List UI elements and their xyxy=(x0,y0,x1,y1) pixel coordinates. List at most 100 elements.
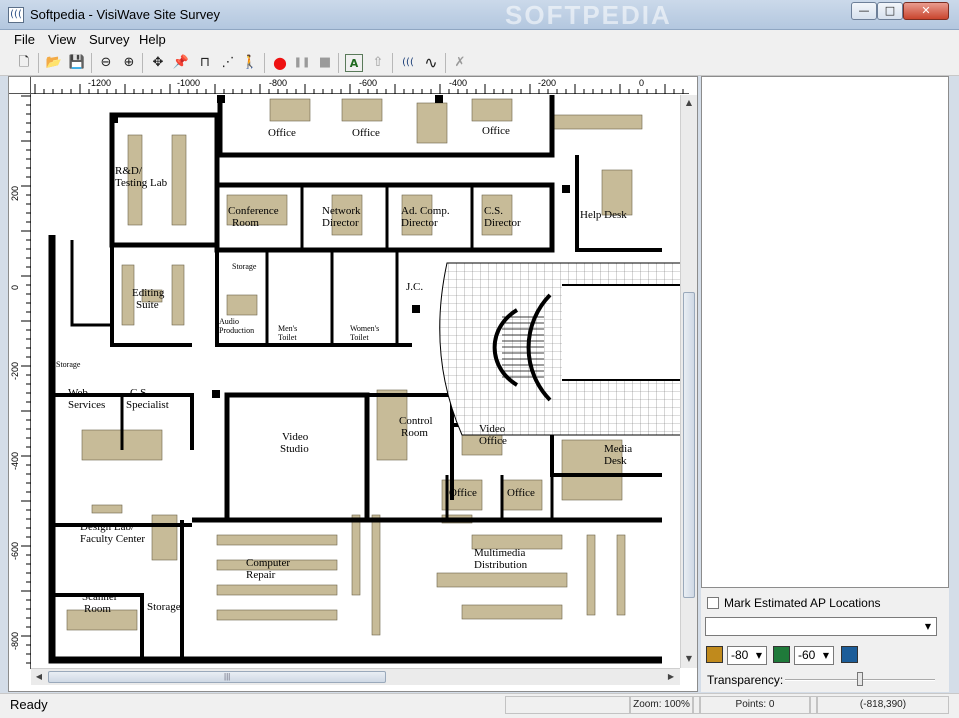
scroll-left-arrow[interactable]: ◀ xyxy=(31,669,47,685)
pause-icon[interactable]: ❚❚ xyxy=(292,53,312,73)
room-label: Room xyxy=(232,217,259,229)
menu-bar: File View Survey Help xyxy=(0,30,959,50)
ruler-label: 0 xyxy=(10,284,20,290)
room-label: Director xyxy=(401,217,438,229)
room-label: Storage xyxy=(232,262,257,271)
scroll-right-arrow[interactable]: ▶ xyxy=(663,669,679,685)
transparency-slider-thumb[interactable] xyxy=(857,672,863,686)
threshold-low-value: -80 xyxy=(731,648,749,662)
zoom-out-icon[interactable]: ⊖ xyxy=(96,53,116,73)
floor-plan-view[interactable]: -1200 -1000 -800 -600 -400 -200 0 200 0 … xyxy=(8,76,698,692)
status-cell-gap xyxy=(693,696,700,714)
panel-content-area xyxy=(701,76,949,588)
close-button[interactable]: ✕ xyxy=(903,2,949,20)
room-label: Desk xyxy=(604,455,627,467)
menu-file[interactable]: File xyxy=(14,32,35,47)
room-label: Network xyxy=(322,205,361,217)
room-label: Director xyxy=(484,217,521,229)
measure-icon[interactable]: ⊓ xyxy=(195,53,215,73)
chevron-down-icon[interactable]: ▼ xyxy=(819,647,833,664)
horizontal-scrollbar[interactable]: ◀ ||| ▶ xyxy=(31,668,680,685)
ruler-label: -600 xyxy=(10,541,20,560)
mark-estimated-ap-label: Mark Estimated AP Locations xyxy=(724,596,881,610)
walk-icon[interactable]: 🚶 xyxy=(240,53,260,73)
chevron-down-icon[interactable]: ▼ xyxy=(920,618,936,635)
save-icon[interactable]: 💾 xyxy=(67,53,87,73)
ruler-label: -400 xyxy=(449,78,468,88)
scroll-down-arrow[interactable]: ▼ xyxy=(681,651,697,667)
threshold-low-select[interactable]: -80 ▼ xyxy=(727,646,767,665)
pin-icon[interactable]: 📌 xyxy=(171,53,191,73)
menu-help[interactable]: Help xyxy=(139,32,166,47)
room-label: Scanner xyxy=(82,591,118,603)
menu-survey[interactable]: Survey xyxy=(89,32,129,47)
record-icon[interactable]: ● xyxy=(270,53,290,73)
survey-select[interactable]: ▼ xyxy=(705,617,937,636)
room-label: Office xyxy=(479,435,507,447)
delete-icon[interactable]: ✗ xyxy=(450,53,470,73)
ruler-label: 0 xyxy=(639,78,645,88)
room-label: Computer xyxy=(246,557,290,569)
room-label: Control xyxy=(399,415,433,427)
room-label: Studio xyxy=(280,443,309,455)
room-label: Video xyxy=(282,431,309,443)
toolbar-separator xyxy=(264,53,265,73)
threshold-high-value: -60 xyxy=(798,648,816,662)
mark-estimated-ap-checkbox[interactable] xyxy=(707,597,719,609)
horizontal-scroll-thumb[interactable]: ||| xyxy=(48,671,386,683)
room-label: J.C. xyxy=(406,281,424,293)
vertical-scrollbar[interactable]: ▲ ▼ xyxy=(680,95,697,668)
threshold-high-select[interactable]: -60 ▼ xyxy=(794,646,834,665)
menu-view[interactable]: View xyxy=(48,32,76,47)
stop-icon[interactable]: ■ xyxy=(315,53,335,73)
ruler-left-ticks xyxy=(21,95,31,664)
waveform-icon[interactable]: ∿ xyxy=(421,53,441,73)
minimize-button[interactable]: — xyxy=(851,2,877,20)
toolbar-separator xyxy=(338,53,339,73)
color-swatch-mid[interactable] xyxy=(773,646,790,663)
room-label: Office xyxy=(482,125,510,137)
zoom-in-icon[interactable]: ⊕ xyxy=(119,53,139,73)
new-file-icon[interactable]: 🗋 xyxy=(14,53,34,73)
toolbar-separator xyxy=(38,53,39,73)
text-icon[interactable]: A xyxy=(345,54,363,72)
room-label: Conference xyxy=(228,205,279,217)
room-labels: Office Office Office R&D/ Testing Lab Co… xyxy=(32,95,680,668)
room-label: Specialist xyxy=(126,399,169,411)
properties-panel: Mark Estimated AP Locations ▼ -80 ▼ -60 … xyxy=(701,76,949,692)
room-label: Web xyxy=(68,387,88,399)
room-label: Men's xyxy=(278,324,298,333)
room-label: Repair xyxy=(246,569,276,581)
cursor-coordinates: (-818,390) xyxy=(817,696,949,714)
upload-icon[interactable]: ⇧ xyxy=(368,53,388,73)
pan-icon[interactable]: ✥ xyxy=(148,53,168,73)
signal-icon[interactable]: ((( xyxy=(398,53,418,73)
ruler-label: -1200 xyxy=(88,78,112,88)
title-bar[interactable]: ((( Softpedia - VisiWave Site Survey SOF… xyxy=(0,0,959,30)
room-label: Design Lab/ xyxy=(80,521,135,533)
chevron-down-icon[interactable]: ▼ xyxy=(752,647,766,664)
color-swatch-low[interactable] xyxy=(706,646,723,663)
scroll-grip: ||| xyxy=(224,672,231,681)
maximize-button[interactable]: □ xyxy=(877,2,903,20)
room-label: Director xyxy=(322,217,359,229)
calibrate-icon[interactable]: ⋰ xyxy=(218,53,238,73)
room-label: Testing Lab xyxy=(115,177,168,189)
ruler-label: -400 xyxy=(10,451,20,470)
ruler-corner xyxy=(9,77,31,94)
vertical-scroll-thumb[interactable] xyxy=(683,292,695,598)
floor-plan[interactable]: Office Office Office R&D/ Testing Lab Co… xyxy=(32,95,680,668)
room-label: C.S. xyxy=(130,387,149,399)
room-label: Audio xyxy=(219,317,239,326)
ruler-label: -800 xyxy=(10,631,20,650)
transparency-label: Transparency: xyxy=(707,673,784,687)
room-label: Faculty Center xyxy=(80,533,146,545)
toolbar-separator xyxy=(91,53,92,73)
zoom-level: Zoom: 100% xyxy=(630,696,693,714)
window-title: Softpedia - VisiWave Site Survey xyxy=(30,7,221,22)
scroll-up-arrow[interactable]: ▲ xyxy=(681,95,697,111)
ruler-horizontal: -1200 -1000 -800 -600 -400 -200 0 xyxy=(31,77,689,94)
open-folder-icon[interactable]: 📂 xyxy=(44,53,64,73)
room-label: Women's xyxy=(350,324,380,333)
color-swatch-high[interactable] xyxy=(841,646,858,663)
